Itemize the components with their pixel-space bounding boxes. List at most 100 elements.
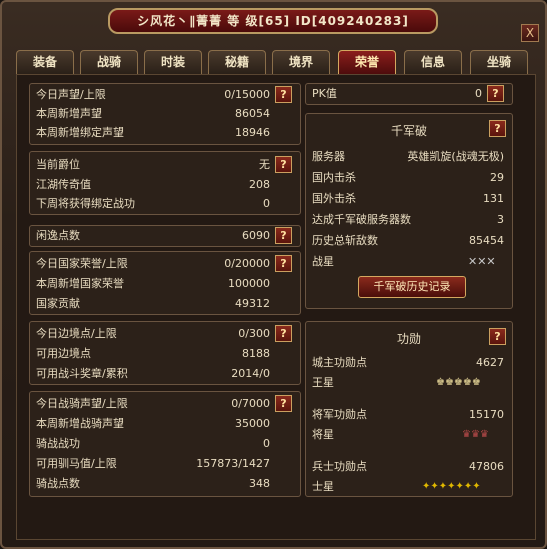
stat-value: 208 — [249, 178, 270, 191]
stat-label: 本周新增战骑声望 — [36, 417, 124, 430]
stat-label: 江湖传奇值 — [36, 178, 91, 191]
stat-value: 0/15000 — [224, 88, 270, 101]
tab-mount[interactable]: 坐骑 — [470, 50, 528, 74]
stat-label: 下周将获得绑定战功 — [36, 197, 135, 210]
tab-war-mount[interactable]: 战骑 — [80, 50, 138, 74]
help-button[interactable]: ? — [275, 325, 292, 342]
tab-realm[interactable]: 境界 — [272, 50, 330, 74]
stat-row: 当前爵位 无 ? — [36, 156, 294, 174]
merit-panel: 功勋 ? 城主功勋点 4627 王星 ♚♚♚♚♚ 将军功勋点 15170 将星 … — [305, 321, 513, 497]
stat-row: 国家贡献 49312 — [36, 295, 294, 313]
stat-value: 100000 — [228, 277, 270, 290]
stat-value: 49312 — [235, 297, 270, 310]
tab-honor[interactable]: 荣誉 — [338, 50, 396, 74]
stat-value: 85454 — [469, 234, 504, 247]
stat-label: 将军功勋点 — [312, 408, 367, 421]
stat-label: 国家贡献 — [36, 297, 80, 310]
stat-row: 国外击杀 131 — [312, 190, 506, 208]
help-button[interactable]: ? — [275, 86, 292, 103]
qianjunpo-history-button[interactable]: 千军破历史记录 — [358, 276, 466, 298]
stat-value: 131 — [483, 192, 504, 205]
soldier-star-icons: ✦✦✦✦✦✦✦ — [422, 481, 481, 492]
stat-label: PK值 — [312, 87, 337, 100]
stat-label: 本周新增声望 — [36, 107, 102, 120]
king-star-icons: ♚♚♚♚♚ — [436, 377, 481, 388]
stat-label: 历史总斩敌数 — [312, 234, 378, 247]
stat-value: 英雄凯旋(战魂无极) — [407, 150, 504, 163]
stat-value: 0/300 — [238, 327, 270, 340]
stat-label: 当前爵位 — [36, 158, 80, 171]
stat-value: 86054 — [235, 107, 270, 120]
close-button[interactable]: X — [521, 24, 539, 42]
stat-label: 服务器 — [312, 150, 345, 163]
stat-row: 达成千军破服务器数 3 — [312, 211, 506, 229]
stat-label: 骑战点数 — [36, 477, 80, 490]
stat-label: 战星 — [312, 255, 334, 268]
stat-label: 士星 — [312, 480, 334, 493]
help-button[interactable]: ? — [487, 85, 504, 102]
stat-label: 本周新增绑定声望 — [36, 126, 124, 139]
stat-row: 本周新增国家荣誉 100000 — [36, 275, 294, 293]
help-button[interactable]: ? — [489, 120, 506, 137]
help-button[interactable]: ? — [489, 328, 506, 345]
stat-row: 江湖传奇值 208 — [36, 176, 294, 194]
tab-secret-book[interactable]: 秘籍 — [208, 50, 266, 74]
stat-value: 15170 — [469, 408, 504, 421]
help-button[interactable]: ? — [275, 227, 292, 244]
stat-value: 348 — [249, 477, 270, 490]
stat-value: 3 — [497, 213, 504, 226]
stat-row: 今日战骑声望/上限 0/7000 ? — [36, 395, 294, 413]
stat-row: 服务器 英雄凯旋(战魂无极) — [312, 148, 506, 166]
tab-fashion[interactable]: 时装 — [144, 50, 202, 74]
stat-label: 兵士功勋点 — [312, 460, 367, 473]
stat-row: 国内击杀 29 — [312, 169, 506, 187]
stat-value: 0/20000 — [224, 257, 270, 270]
stat-row: 今日国家荣誉/上限 0/20000 ? — [36, 255, 294, 273]
stat-row: 将星 ♛♛♛ — [312, 426, 506, 444]
character-window: シ风花丶∥菁菁 等 级[65] ID[409240283] X 装备 战骑 时装… — [0, 0, 547, 549]
stat-value: 2014/0 — [231, 367, 270, 380]
general-star-icons: ♛♛♛ — [462, 429, 489, 440]
stat-value: 0 — [263, 197, 270, 210]
help-button[interactable]: ? — [275, 255, 292, 272]
help-button[interactable]: ? — [275, 156, 292, 173]
stat-row: 今日边境点/上限 0/300 ? — [36, 325, 294, 343]
stat-value: 无 — [259, 158, 270, 171]
tab-info[interactable]: 信息 — [404, 50, 462, 74]
stat-row: 骑战点数 348 — [36, 475, 294, 493]
stat-row: 王星 ♚♚♚♚♚ — [312, 374, 506, 392]
stat-value: 29 — [490, 171, 504, 184]
stat-label: 今日战骑声望/上限 — [36, 397, 128, 410]
stat-label: 可用边境点 — [36, 347, 91, 360]
border-points-panel: 今日边境点/上限 0/300 ? 可用边境点 8188 可用战斗奖章/累积 20… — [29, 321, 301, 385]
stat-value: 0 — [475, 87, 482, 100]
stat-label: 今日国家荣誉/上限 — [36, 257, 128, 270]
stat-value: 0/7000 — [231, 397, 270, 410]
stat-row: 骑战战功 0 — [36, 435, 294, 453]
help-button[interactable]: ? — [275, 395, 292, 412]
stat-row: 可用驯马值/上限 157873/1427 — [36, 455, 294, 473]
stat-row: 本周新增战骑声望 35000 — [36, 415, 294, 433]
stat-value: 47806 — [469, 460, 504, 473]
tab-bar: 装备 战骑 时装 秘籍 境界 荣誉 信息 坐骑 — [16, 50, 536, 74]
stat-label: 可用战斗奖章/累积 — [36, 367, 128, 380]
stat-row: 本周新增绑定声望 18946 — [36, 124, 294, 142]
stat-value: 6090 — [242, 229, 270, 242]
stat-row: PK值 0 ? — [312, 85, 506, 103]
window-title: シ风花丶∥菁菁 等 级[65] ID[409240283] — [108, 8, 438, 34]
stat-label: 今日边境点/上限 — [36, 327, 117, 340]
pk-panel: PK值 0 ? — [305, 83, 513, 105]
stat-label: 王星 — [312, 376, 334, 389]
stat-label: 达成千军破服务器数 — [312, 213, 411, 226]
title-panel: 当前爵位 无 ? 江湖传奇值 208 下周将获得绑定战功 0 — [29, 151, 301, 215]
stat-label: 闲逸点数 — [36, 229, 80, 242]
stat-label: 骑战战功 — [36, 437, 80, 450]
stat-value: 8188 — [242, 347, 270, 360]
panel-title: 千军破 — [390, 124, 427, 138]
stat-label: 将星 — [312, 428, 334, 441]
tab-equipment[interactable]: 装备 — [16, 50, 74, 74]
stat-row: 本周新增声望 86054 — [36, 105, 294, 123]
national-honor-panel: 今日国家荣誉/上限 0/20000 ? 本周新增国家荣誉 100000 国家贡献… — [29, 251, 301, 315]
war-star-icons: ✕✕✕ — [468, 255, 496, 268]
reputation-panel: 今日声望/上限 0/15000 ? 本周新增声望 86054 本周新增绑定声望 … — [29, 83, 301, 145]
